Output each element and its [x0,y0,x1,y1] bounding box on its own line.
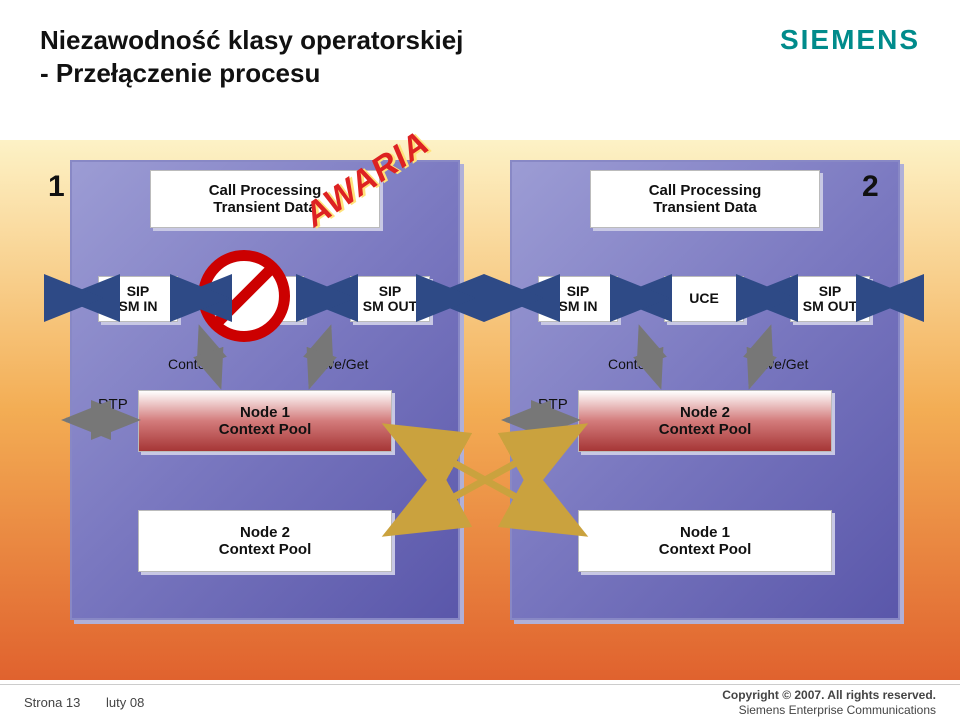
panel-number-1: 1 [48,170,65,204]
saveget-label-left: Save/Get [310,356,368,372]
context-label-right: Context [608,356,656,372]
context-label-left: Context [168,356,216,372]
saveget-label-right: Save/Get [750,356,808,372]
call-processing-box-right: Call Processing Transient Data [590,170,820,228]
header: Niezawodność klasy operatorskiej - Przeł… [40,24,920,89]
footer: Strona 13 luty 08 Copyright © 2007. All … [0,684,960,720]
title-block: Niezawodność klasy operatorskiej - Przeł… [40,24,463,89]
node1-context-pool-active: Node 1 Context Pool [138,390,392,452]
footer-left: Strona 13 luty 08 [24,695,166,710]
brand-logo: SIEMENS [780,24,920,56]
sip-sm-in-right: SIP SM IN [538,276,618,322]
node2-context-pool-active: Node 2 Context Pool [578,390,832,452]
sip-sm-in-left: SIP SM IN [98,276,178,322]
uce-right: UCE [664,276,744,322]
rtp-label-right: RTP [538,396,568,413]
footer-date: luty 08 [106,695,144,710]
panel-number-2: 2 [862,170,879,204]
node1-context-pool-mirror: Node 1 Context Pool [578,510,832,572]
rtp-label-left: RTP [98,396,128,413]
slide: Niezawodność klasy operatorskiej - Przeł… [0,0,960,720]
slide-title-line2: - Przełączenie procesu [40,57,463,90]
sip-sm-out-left: SIP SM OUT [350,276,430,322]
node2-context-pool-mirror: Node 2 Context Pool [138,510,392,572]
sip-sm-out-right: SIP SM OUT [790,276,870,322]
footer-right: Copyright © 2007. All rights reserved. S… [722,688,936,717]
forbidden-icon [198,250,290,342]
copyright-text: Copyright © 2007. All rights reserved. [722,688,936,702]
company-text: Siemens Enterprise Communications [722,703,936,717]
slide-title-line1: Niezawodność klasy operatorskiej [40,24,463,57]
page-number: Strona 13 [24,695,80,710]
